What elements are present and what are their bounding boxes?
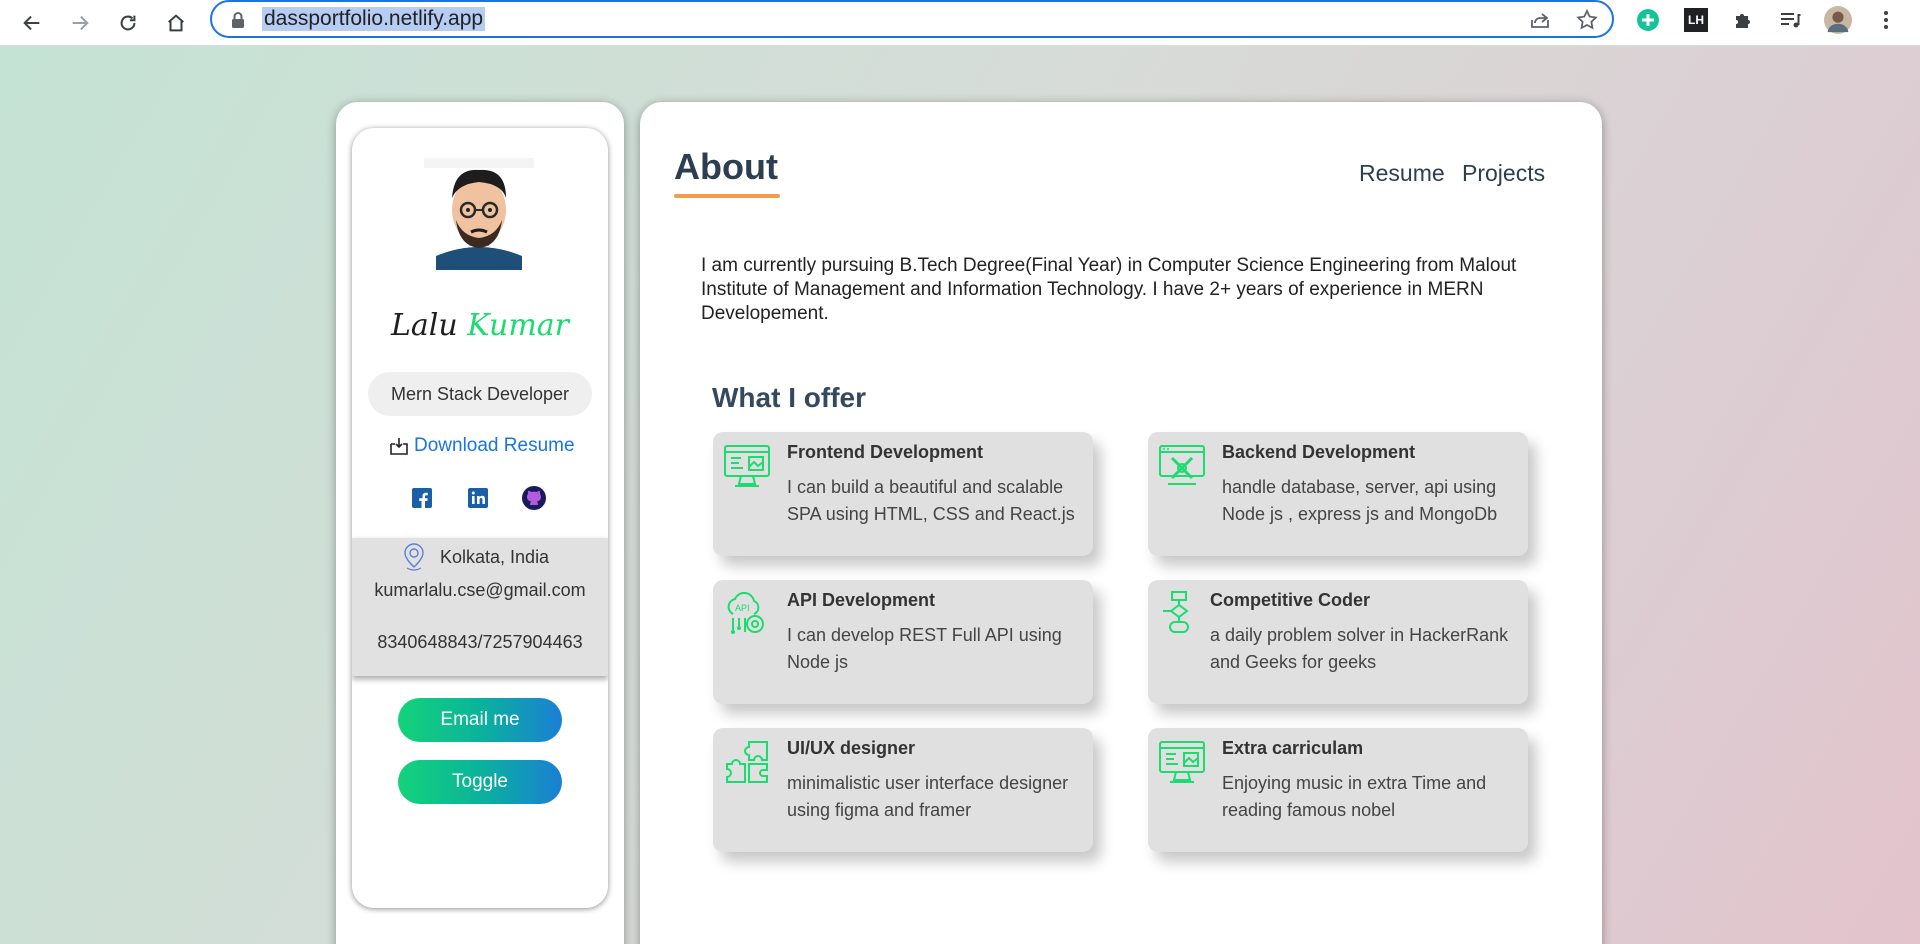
puzzle-piece-icon <box>726 741 768 783</box>
browser-menu-button[interactable] <box>1872 6 1900 34</box>
facebook-icon <box>412 488 432 508</box>
location-text: Kolkata, India <box>440 546 550 567</box>
home-button[interactable] <box>158 5 194 41</box>
browser-toolbar: dassportfolio.netlify.app LH <box>0 0 1920 46</box>
media-button[interactable] <box>1776 6 1804 34</box>
server-tools-icon <box>1159 445 1205 485</box>
url-text[interactable]: dassportfolio.netlify.app <box>262 7 486 31</box>
service-card-extra: Extra carriculam Enjoying music in extra… <box>1148 728 1528 852</box>
service-description: I can develop REST Full API using Node j… <box>787 625 1062 672</box>
lighthouse-icon: LH <box>1684 8 1708 32</box>
download-resume-label[interactable]: Download Resume <box>414 435 575 457</box>
extensions-button[interactable] <box>1730 6 1758 34</box>
download-resume-link[interactable]: Download Resume <box>388 432 575 460</box>
reload-button[interactable] <box>110 5 146 41</box>
service-description: minimalistic user interface designer usi… <box>787 773 1069 820</box>
service-card-uiux: UI/UX designer minimalistic user interfa… <box>713 728 1093 852</box>
lighthouse-extension[interactable]: LH <box>1682 6 1710 34</box>
puzzle-icon <box>1736 14 1750 28</box>
service-card-frontend: Frontend Development I can build a beaut… <box>713 432 1093 556</box>
reload-icon <box>120 15 136 31</box>
media-icon <box>1781 13 1801 28</box>
section-title: What I offer <box>712 382 866 413</box>
service-description: handle database, server, api using Node … <box>1222 477 1498 524</box>
service-title: API Development <box>787 590 936 610</box>
main-content: About Resume Projects I am currently pur… <box>640 102 1602 944</box>
bookmark-star-icon[interactable] <box>1575 8 1599 32</box>
linkedin-link[interactable] <box>466 486 490 510</box>
facebook-link[interactable] <box>410 486 434 510</box>
location-pin-icon <box>404 543 424 571</box>
location-row: Kolkata, India <box>402 542 549 572</box>
profile-name: Lalu Kumar <box>352 308 608 343</box>
share-icon[interactable] <box>1528 8 1552 32</box>
role-badge: Mern Stack Developer <box>368 372 592 416</box>
service-description: a daily problem solver in HackerRank and… <box>1210 625 1509 672</box>
lighthouse-text: LH <box>1688 13 1704 27</box>
service-title: UI/UX designer <box>787 738 916 758</box>
last-name: Kumar <box>467 308 570 343</box>
email-me-button[interactable]: Email me <box>398 698 562 742</box>
grammarly-icon <box>1637 9 1659 31</box>
page-title: About <box>674 146 778 187</box>
nav-projects-link[interactable]: Projects <box>1462 160 1545 187</box>
title-underline <box>674 194 780 198</box>
address-bar[interactable]: dassportfolio.netlify.app <box>210 0 1614 38</box>
service-description: I can build a beautiful and scalable SPA… <box>787 477 1075 524</box>
svg-text:API: API <box>735 603 750 613</box>
service-description: Enjoying music in extra Time and reading… <box>1222 773 1487 820</box>
flowchart-icon <box>1163 591 1189 633</box>
page-background: Lalu Kumar Mern Stack Developer Download… <box>0 46 1920 944</box>
github-link[interactable] <box>522 486 546 510</box>
back-button[interactable] <box>14 5 50 41</box>
linkedin-icon <box>468 488 488 508</box>
grammarly-extension[interactable] <box>1634 6 1662 34</box>
download-icon <box>390 438 408 455</box>
service-card-api: API API Development I can develop REST F… <box>713 580 1093 704</box>
bio-text: I am currently pursuing B.Tech Degree(Fi… <box>701 255 1517 324</box>
email-text: kumarlalu.cse@gmail.com <box>374 580 586 600</box>
monitor-design-icon <box>1159 741 1205 783</box>
home-icon <box>168 14 184 32</box>
service-title: Backend Development <box>1222 442 1416 462</box>
api-gear-icon: API <box>727 591 764 634</box>
back-arrow-icon <box>23 15 40 31</box>
profile-sidebar: Lalu Kumar Mern Stack Developer Download… <box>336 102 624 944</box>
service-title: Extra carriculam <box>1222 738 1364 758</box>
phone-text: 8340648843/7257904463 <box>377 632 583 652</box>
profile-avatar-icon <box>1824 6 1852 34</box>
service-title: Competitive Coder <box>1210 590 1371 610</box>
nav-resume-link[interactable]: Resume <box>1359 160 1445 187</box>
service-card-competitive: Competitive Coder a daily problem solver… <box>1148 580 1528 704</box>
forward-arrow-icon <box>72 15 89 31</box>
forward-button[interactable] <box>62 5 98 41</box>
lock-icon <box>232 12 244 28</box>
monitor-code-icon <box>724 445 770 487</box>
service-card-backend: Backend Development handle database, ser… <box>1148 432 1528 556</box>
toggle-button[interactable]: Toggle <box>398 760 562 804</box>
social-links <box>410 486 546 510</box>
github-icon <box>522 486 546 510</box>
profile-card: Lalu Kumar Mern Stack Developer Download… <box>352 128 608 908</box>
service-title: Frontend Development <box>787 442 984 462</box>
first-name: Lalu <box>390 308 458 343</box>
profile-avatar[interactable] <box>1824 6 1852 34</box>
kebab-menu-icon <box>1884 11 1888 29</box>
avatar <box>424 158 534 270</box>
contact-info: Kolkata, India kumarlalu.cse@gmail.com 8… <box>352 538 608 676</box>
